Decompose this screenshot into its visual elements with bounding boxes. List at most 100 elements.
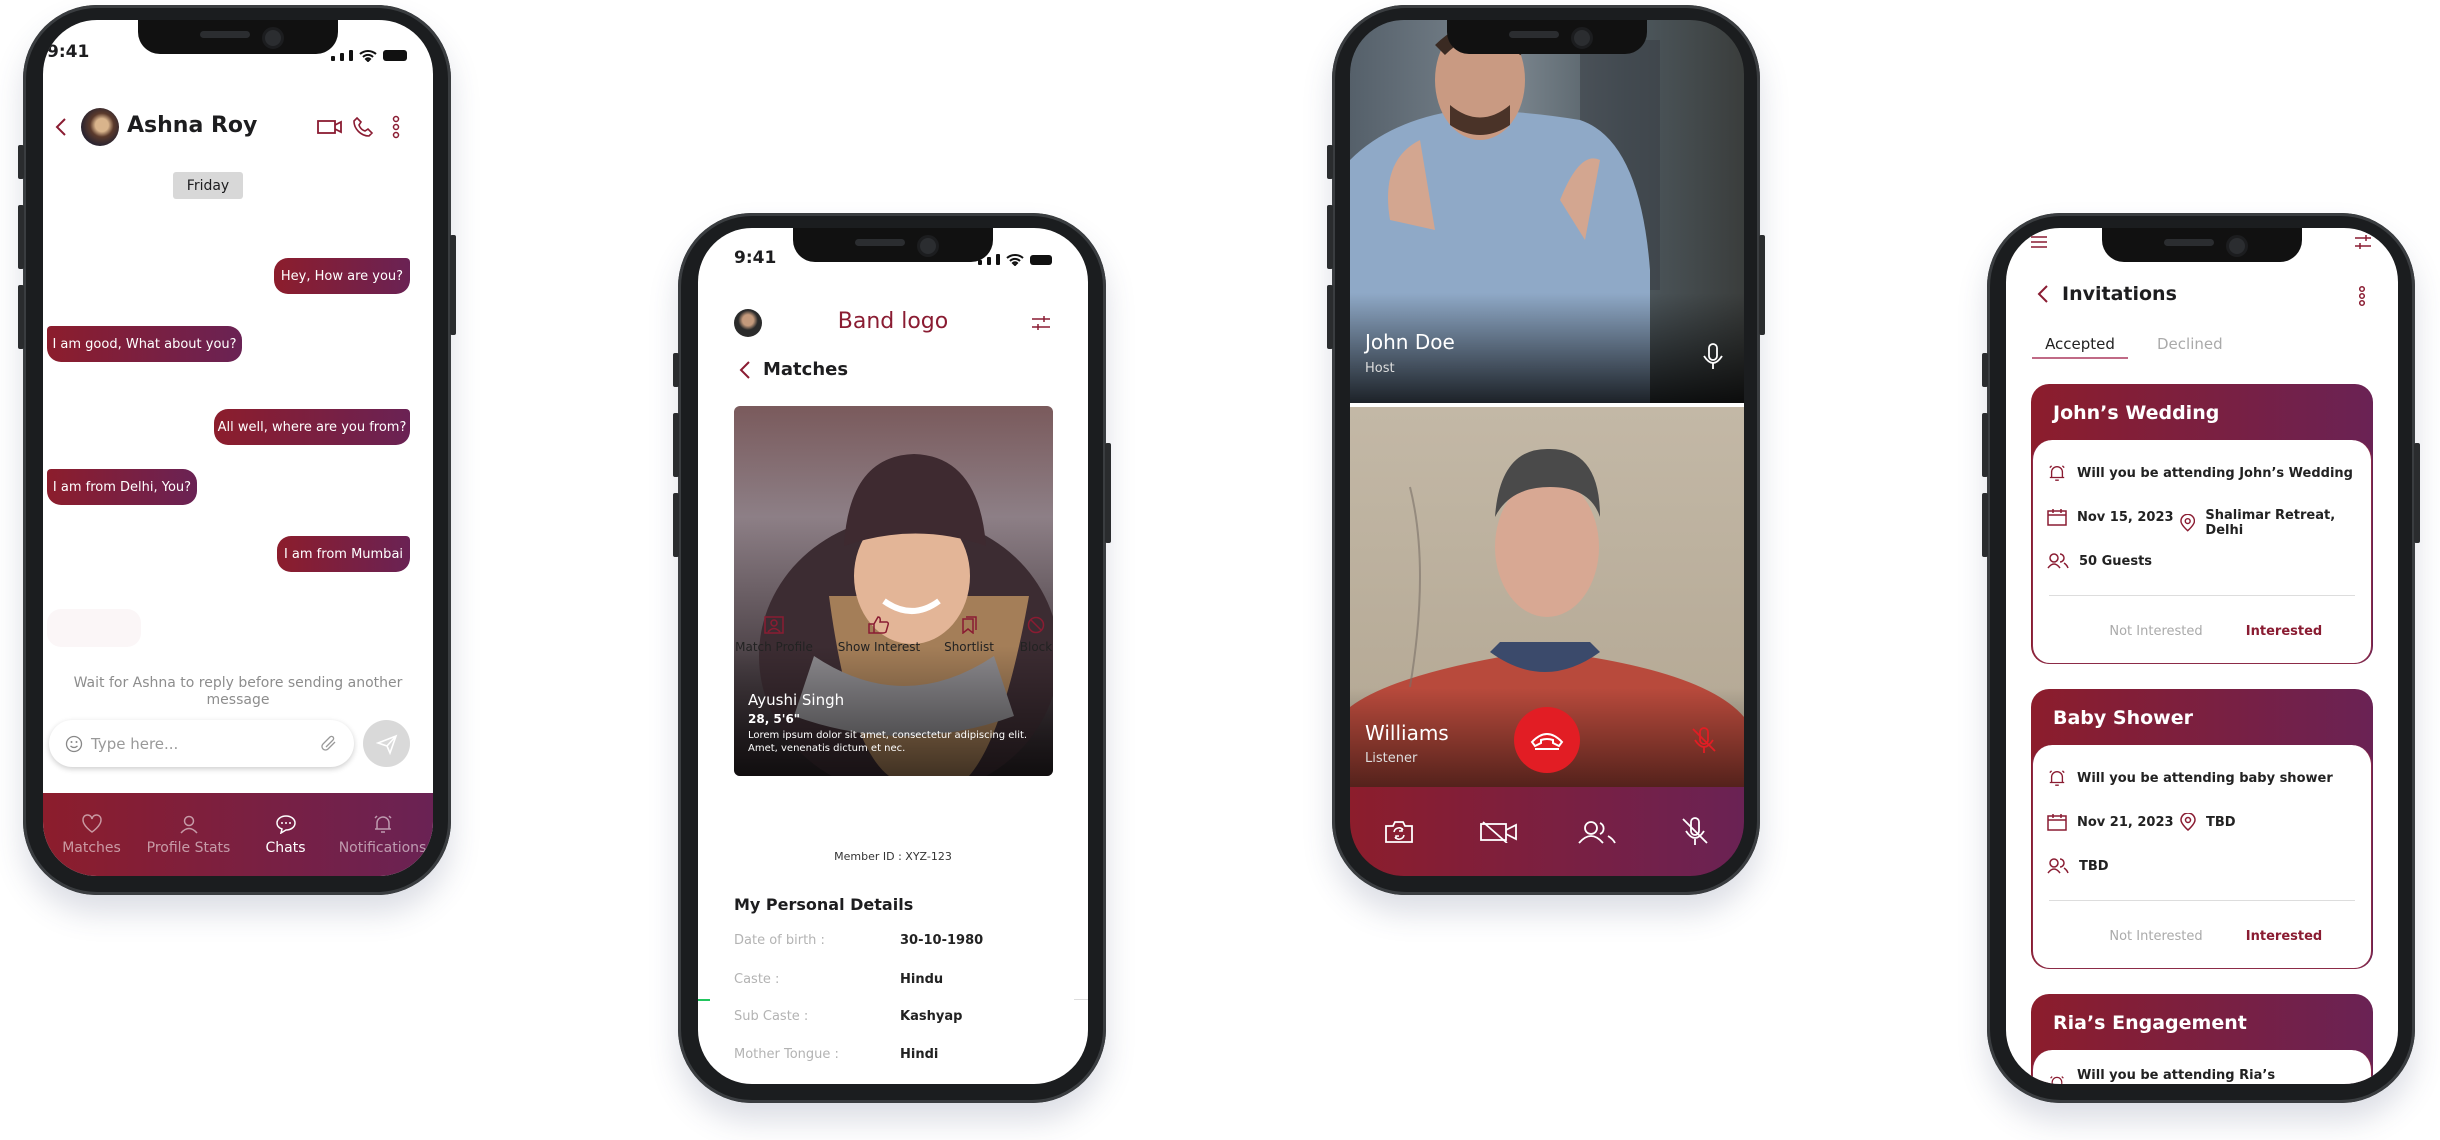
video-off-icon[interactable] <box>1480 821 1518 843</box>
mic-icon[interactable] <box>1702 343 1724 371</box>
listener-name: Williams <box>1365 721 1449 745</box>
invitations-phone: Invitations Accepted Declined John’s Wed… <box>1982 213 2420 1103</box>
video-call-icon[interactable] <box>317 119 343 135</box>
guests-icon <box>2047 553 2069 569</box>
status-icons <box>977 250 1052 269</box>
notch <box>793 228 993 262</box>
show-interest-button[interactable]: Show Interest <box>829 616 929 654</box>
detail-label: Sub Caste : <box>734 1009 809 1024</box>
divider <box>1074 999 1088 1000</box>
divider <box>2049 900 2355 901</box>
phone-call-icon[interactable] <box>352 116 374 138</box>
video-call-phone: John Doe Host Williams Listener <box>1327 5 1765 895</box>
page-title: Matches <box>763 359 849 380</box>
end-call-button[interactable] <box>1514 707 1580 773</box>
date-separator: Friday <box>173 172 243 199</box>
host-video[interactable]: John Doe Host <box>1350 20 1744 403</box>
more-options-icon[interactable] <box>391 115 401 139</box>
block-button[interactable]: Block <box>986 616 1086 654</box>
invitation-location: Shalimar Retreat, Delhi <box>2205 508 2336 538</box>
guests-icon <box>2047 858 2069 874</box>
alarm-icon <box>2049 465 2065 481</box>
nav-notifications[interactable]: Notifications <box>334 793 431 876</box>
muted-mic-icon <box>1692 727 1716 753</box>
invitation-question: Will you be attending John’s Wedding <box>2077 465 2353 481</box>
match-bio: Lorem ipsum dolor sit amet, consectetur … <box>748 730 1028 754</box>
chat-phone: 9:41 Ashna Roy Friday Hey, How are you? … <box>18 5 456 895</box>
match-photo[interactable]: Ayushi Singh 28, 5'6" Lorem ipsum dolor … <box>734 406 1053 776</box>
listener-role: Listener <box>1365 751 1418 766</box>
invitation-question: Will you be attending baby shower <box>2077 770 2333 786</box>
detail-value: Kashyap <box>900 1009 963 1024</box>
nav-chats[interactable]: Chats <box>237 793 334 876</box>
chat-screen: 9:41 Ashna Roy Friday Hey, How are you? … <box>43 20 433 876</box>
profile-card-icon <box>764 616 784 634</box>
message-bubble-sent: Hey, How are you? <box>274 258 410 294</box>
match-age-height: 28, 5'6" <box>748 712 801 726</box>
calendar-icon <box>2047 814 2067 831</box>
tab-declined[interactable]: Declined <box>2157 335 2223 353</box>
host-name: John Doe <box>1365 330 1455 354</box>
match-profile-button[interactable]: Match Profile <box>724 616 824 654</box>
notch <box>138 20 338 54</box>
user-icon <box>179 815 198 834</box>
invitation-card: Baby Shower Will you be attending baby s… <box>2031 689 2373 969</box>
switch-camera-icon[interactable] <box>1384 820 1414 844</box>
message-input[interactable]: Type here... <box>49 720 354 767</box>
status-time: 9:41 <box>734 248 777 268</box>
listener-video[interactable]: Williams Listener <box>1350 407 1744 788</box>
block-icon <box>1027 616 1045 634</box>
profile-screen: 9:41 Band logo Matches Ayushi Singh 28, … <box>698 228 1088 1084</box>
invitation-card: Ria’s Engagement Will you be attending R… <box>2031 994 2373 1084</box>
invitation-card: John’s Wedding Will you be attending Joh… <box>2031 384 2373 664</box>
hamburger-menu-icon[interactable] <box>2030 236 2048 248</box>
detail-value: 30-10-1980 <box>900 933 984 948</box>
not-interested-button[interactable]: Not Interested <box>2109 624 2202 639</box>
interested-button[interactable]: Interested <box>2246 624 2322 639</box>
wait-notice: Wait for Ashna to reply before sending a… <box>73 675 403 708</box>
invitation-date: Nov 21, 2023 <box>2077 814 2174 830</box>
nav-profile-stats[interactable]: Profile Stats <box>140 793 237 876</box>
filter-icon[interactable] <box>1031 316 1051 330</box>
interested-button[interactable]: Interested <box>2246 929 2322 944</box>
heart-icon <box>81 813 102 833</box>
more-options-icon[interactable] <box>2357 285 2367 307</box>
back-icon[interactable] <box>53 116 69 138</box>
mute-mic-icon[interactable] <box>1681 817 1709 847</box>
not-interested-button[interactable]: Not Interested <box>2109 929 2202 944</box>
host-role: Host <box>1365 361 1395 376</box>
send-button[interactable] <box>363 720 410 767</box>
divider <box>2049 595 2355 596</box>
participants-icon[interactable] <box>1578 820 1616 844</box>
nav-label: Notifications <box>338 839 427 856</box>
invitation-guests: 50 Guests <box>2079 553 2153 569</box>
message-bubble-received: I am from Delhi, You? <box>47 469 197 505</box>
invitation-question: Will you be attending Ria’s Engagement <box>2076 1068 2276 1084</box>
wifi-icon <box>1006 254 1024 266</box>
emoji-icon[interactable] <box>65 735 83 753</box>
contact-avatar[interactable] <box>81 108 119 146</box>
bottom-navigation: Matches Profile Stats Chats Notification… <box>43 793 433 876</box>
action-label: Match Profile <box>735 640 813 654</box>
status-icons <box>330 46 407 65</box>
notch <box>2102 228 2302 262</box>
detail-label: Mother Tongue : <box>734 1047 839 1062</box>
tab-accepted[interactable]: Accepted <box>2032 335 2128 359</box>
action-label: Block <box>1019 640 1053 654</box>
filter-icon[interactable] <box>2354 235 2372 249</box>
typing-placeholder-bubble <box>47 609 141 647</box>
message-bubble-sent: I am from Mumbai <box>277 536 410 572</box>
call-controls <box>1350 787 1744 876</box>
back-icon[interactable] <box>738 360 752 380</box>
nav-matches[interactable]: Matches <box>43 793 140 876</box>
video-call-screen: John Doe Host Williams Listener <box>1350 20 1744 876</box>
contact-name: Ashna Roy <box>127 113 258 138</box>
battery-icon <box>383 50 407 61</box>
attachment-icon[interactable] <box>320 735 338 753</box>
action-label: Show Interest <box>837 640 921 654</box>
brand-logo: Band logo <box>837 309 949 334</box>
invitation-date: Nov 15, 2023 <box>2077 509 2174 525</box>
back-icon[interactable] <box>2036 284 2050 304</box>
detail-label: Caste : <box>734 972 780 987</box>
match-name: Ayushi Singh <box>748 691 845 709</box>
